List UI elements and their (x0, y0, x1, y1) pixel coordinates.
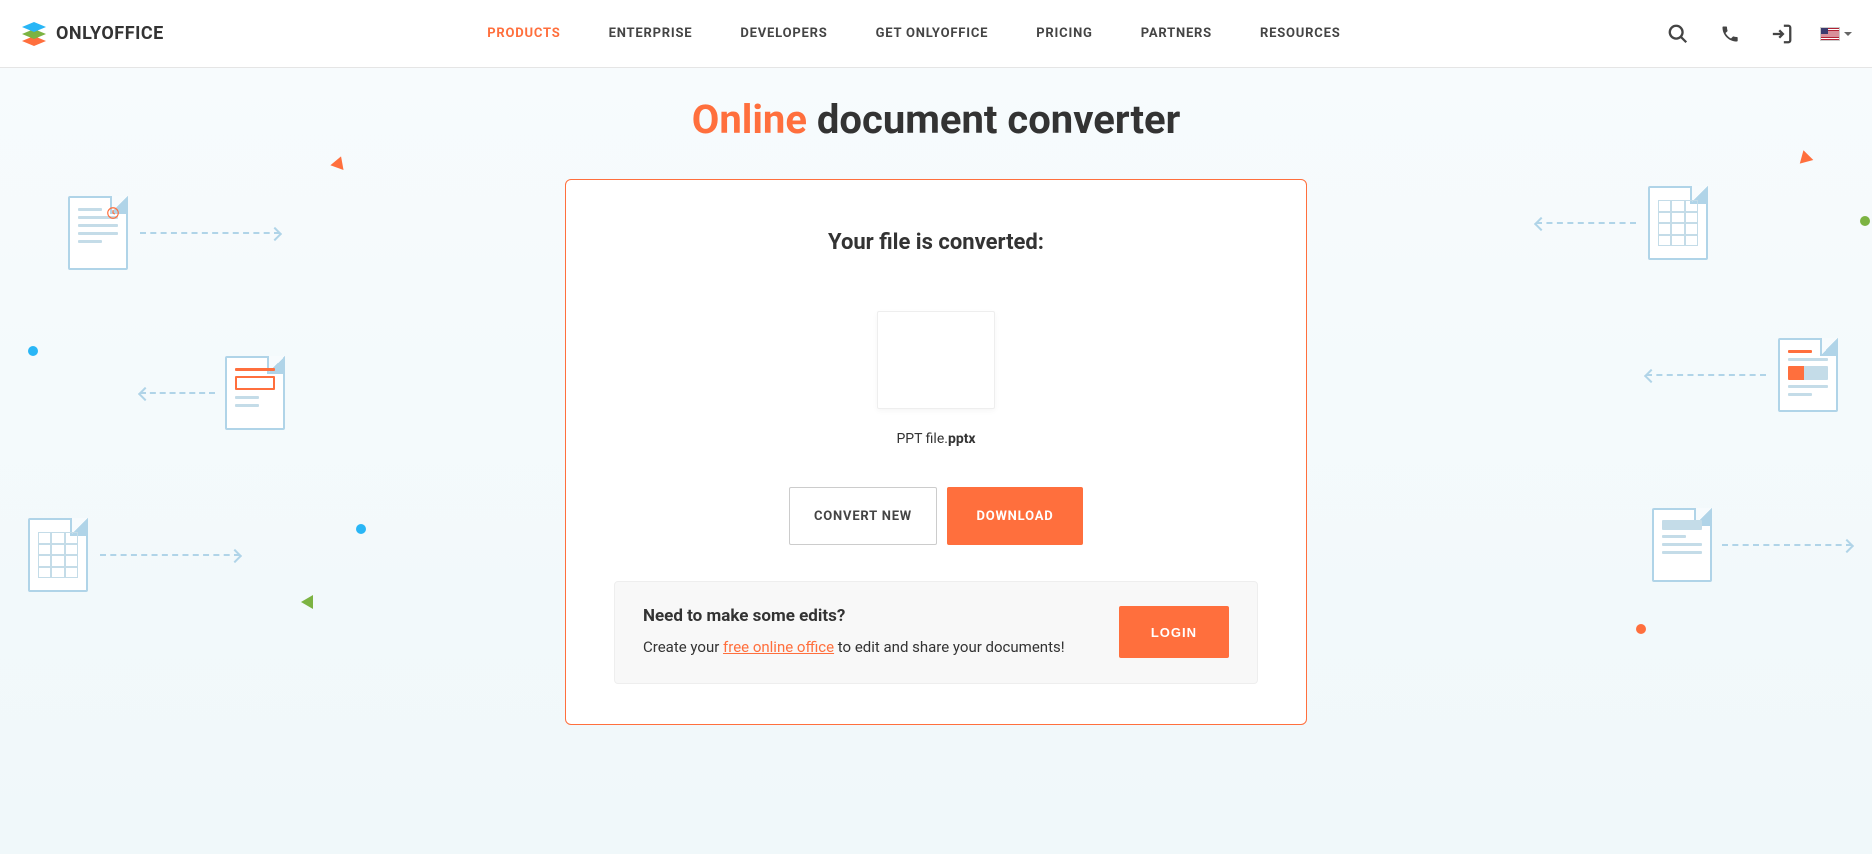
cta-text: Need to make some edits? Create your fre… (643, 606, 1065, 659)
nav-partners[interactable]: PARTNERS (1141, 26, 1212, 41)
doc-decor-icon (1652, 508, 1712, 582)
cta-box: Need to make some edits? Create your fre… (614, 581, 1258, 684)
file-basename: PPT file. (896, 431, 948, 447)
cta-heading: Need to make some edits? (643, 606, 1065, 626)
phone-icon[interactable] (1716, 20, 1744, 48)
hero-section: Online document converter Your file is c… (0, 68, 1872, 854)
page-title-rest: document converter (807, 96, 1180, 143)
nav-resources[interactable]: RESOURCES (1260, 26, 1341, 41)
doc-decor-icon (1778, 338, 1838, 412)
dash-arrow-icon (1646, 374, 1766, 376)
nav-pricing[interactable]: PRICING (1036, 26, 1092, 41)
dot-decor-icon (1860, 216, 1870, 226)
button-row: CONVERT NEW DOWNLOAD (614, 487, 1258, 545)
doc-decor-icon (1648, 186, 1708, 260)
dash-arrow-icon (1722, 544, 1852, 546)
page-title-accent: Online (692, 96, 807, 143)
triangle-decor-icon (330, 154, 347, 170)
convert-new-button[interactable]: CONVERT NEW (789, 487, 937, 545)
search-icon[interactable] (1664, 20, 1692, 48)
dot-decor-icon (1636, 624, 1646, 634)
login-icon[interactable] (1768, 20, 1796, 48)
cta-text-before: Create your (643, 638, 723, 656)
logo-icon (20, 20, 48, 48)
nav-products[interactable]: PRODUCTS (487, 26, 560, 41)
dash-arrow-icon (100, 554, 240, 556)
chevron-down-icon (1844, 32, 1852, 36)
flag-us-icon (1820, 27, 1840, 41)
triangle-decor-icon (301, 595, 313, 609)
nav-get-onlyoffice[interactable]: GET ONLYOFFICE (876, 26, 989, 41)
nav-developers[interactable]: DEVELOPERS (740, 26, 827, 41)
language-selector[interactable] (1820, 27, 1852, 41)
page-title: Online document converter (0, 96, 1872, 143)
free-office-link[interactable]: free online office (723, 638, 834, 656)
main-nav: PRODUCTS ENTERPRISE DEVELOPERS GET ONLYO… (487, 26, 1340, 41)
dash-arrow-icon (140, 232, 280, 234)
brand-logo[interactable]: ONLYOFFICE (20, 20, 164, 48)
cta-text-after: to edit and share your documents! (834, 638, 1065, 656)
download-button[interactable]: DOWNLOAD (947, 487, 1083, 545)
doc-decor-icon (28, 518, 88, 592)
file-thumbnail (877, 311, 995, 409)
doc-decor-icon (225, 356, 285, 430)
dash-arrow-icon (1536, 222, 1636, 224)
dash-arrow-icon (140, 392, 215, 394)
file-extension: pptx (948, 431, 976, 447)
cta-paragraph: Create your free online office to edit a… (643, 636, 1065, 659)
doc-decor-icon (68, 196, 128, 270)
brand-name: ONLYOFFICE (56, 23, 164, 44)
triangle-decor-icon (1797, 148, 1814, 163)
dot-decor-icon (356, 524, 366, 534)
converter-card: Your file is converted: PPT file.pptx CO… (565, 179, 1307, 725)
nav-enterprise[interactable]: ENTERPRISE (609, 26, 693, 41)
header-actions (1664, 20, 1852, 48)
header: ONLYOFFICE PRODUCTS ENTERPRISE DEVELOPER… (0, 0, 1872, 68)
card-heading: Your file is converted: (614, 230, 1258, 255)
file-name: PPT file.pptx (614, 431, 1258, 447)
login-button[interactable]: LOGIN (1119, 606, 1229, 658)
dot-decor-icon (28, 346, 38, 356)
